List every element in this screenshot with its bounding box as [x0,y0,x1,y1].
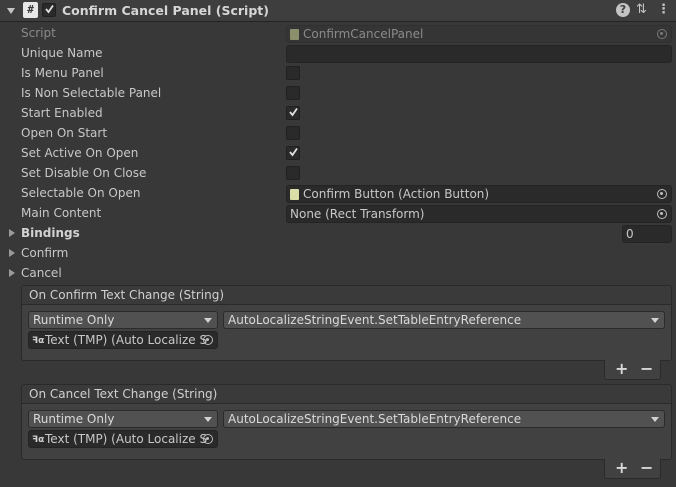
is-menu-panel-label: Is Menu Panel [21,66,104,80]
component-title: Confirm Cancel Panel (Script) [62,3,269,18]
selectable-on-open-value: Confirm Button (Action Button) [303,187,490,201]
function-value: AutoLocalizeStringEvent.SetTableEntryRef… [228,313,522,327]
runtime-value: Runtime Only [33,313,115,327]
start-enabled-checkbox[interactable] [286,106,300,120]
is-menu-panel-checkbox[interactable] [286,66,300,80]
set-disable-on-close-checkbox[interactable] [286,166,300,180]
on-confirm-text-change-event: On Confirm Text Change (String) Runtime … [21,285,672,361]
bindings-label[interactable]: Bindings [21,226,80,240]
runtime-dropdown[interactable]: Runtime Only [28,410,218,428]
bindings-foldout-icon[interactable] [9,229,15,237]
set-active-on-open-checkbox[interactable] [286,146,300,160]
object-picker-icon[interactable] [203,335,213,345]
remove-listener-button[interactable]: − [640,459,653,477]
runtime-dropdown[interactable]: Runtime Only [28,311,218,329]
cancel-label[interactable]: Cancel [21,266,62,280]
set-active-on-open-label: Set Active On Open [21,146,139,160]
selectable-on-open-field[interactable]: Confirm Button (Action Button) [286,185,672,203]
chevron-down-icon [204,417,212,422]
cancel-foldout-icon[interactable] [9,269,15,277]
tmp-text-icon: ꟻα [32,336,45,346]
confirm-label[interactable]: Confirm [21,246,68,260]
set-disable-on-close-label: Set Disable On Close [21,166,147,180]
open-on-start-checkbox[interactable] [286,126,300,140]
add-listener-button[interactable]: + [615,459,628,477]
event-title: On Confirm Text Change (String) [29,288,224,302]
script-value: ConfirmCancelPanel [303,27,424,41]
target-value: Text (TMP) (Auto Localize S [45,333,208,347]
chevron-down-icon [204,318,212,323]
event-add-remove: + − [604,459,661,479]
open-on-start-label: Open On Start [21,126,108,140]
script-file-icon [290,29,299,40]
is-non-selectable-panel-checkbox[interactable] [286,86,300,100]
main-content-label: Main Content [21,206,102,220]
object-picker-icon [657,29,667,39]
runtime-value: Runtime Only [33,412,115,426]
main-content-field[interactable]: None (Rect Transform) [286,205,672,223]
bindings-size-input[interactable]: 0 [622,225,672,243]
script-icon: # [23,2,38,18]
event-header: On Confirm Text Change (String) [22,286,671,305]
script-component-icon [290,189,299,200]
checkmark-icon [289,107,298,117]
start-enabled-label: Start Enabled [21,106,103,120]
target-object-field[interactable]: ꟻα Text (TMP) (Auto Localize S [28,430,218,448]
help-icon[interactable]: ? [616,3,630,17]
chevron-down-icon [651,417,659,422]
script-field: ConfirmCancelPanel [286,25,672,43]
unique-name-label: Unique Name [21,46,103,60]
event-header: On Cancel Text Change (String) [22,385,671,404]
component-header[interactable]: # Confirm Cancel Panel (Script) ? ⇅ ⋮ [0,0,676,22]
confirm-foldout-icon[interactable] [9,249,15,257]
target-object-field[interactable]: ꟻα Text (TMP) (Auto Localize S [28,331,218,349]
component-enabled-checkbox[interactable] [42,3,56,17]
script-label: Script [21,26,56,40]
selectable-on-open-label: Selectable On Open [21,186,141,200]
add-listener-button[interactable]: + [615,360,628,378]
is-non-selectable-panel-label: Is Non Selectable Panel [21,86,162,100]
object-picker-icon[interactable] [203,434,213,444]
checkmark-icon [289,147,298,157]
on-cancel-text-change-event: On Cancel Text Change (String) Runtime O… [21,384,672,460]
more-options-icon[interactable]: ⋮ [657,3,670,17]
object-picker-icon[interactable] [657,189,667,199]
function-dropdown[interactable]: AutoLocalizeStringEvent.SetTableEntryRef… [223,311,665,329]
foldout-arrow-icon[interactable] [7,8,15,14]
function-value: AutoLocalizeStringEvent.SetTableEntryRef… [228,412,522,426]
event-add-remove: + − [604,360,661,380]
unique-name-input[interactable] [286,45,672,63]
checkmark-icon [45,4,54,14]
target-value: Text (TMP) (Auto Localize S [45,432,208,446]
bindings-count: 0 [626,227,634,241]
object-picker-icon[interactable] [657,209,667,219]
main-content-value: None (Rect Transform) [290,207,425,221]
event-title: On Cancel Text Change (String) [29,387,218,401]
remove-listener-button[interactable]: − [640,360,653,378]
chevron-down-icon [651,318,659,323]
function-dropdown[interactable]: AutoLocalizeStringEvent.SetTableEntryRef… [223,410,665,428]
preset-icon[interactable]: ⇅ [636,3,647,17]
tmp-text-icon: ꟻα [32,435,45,445]
